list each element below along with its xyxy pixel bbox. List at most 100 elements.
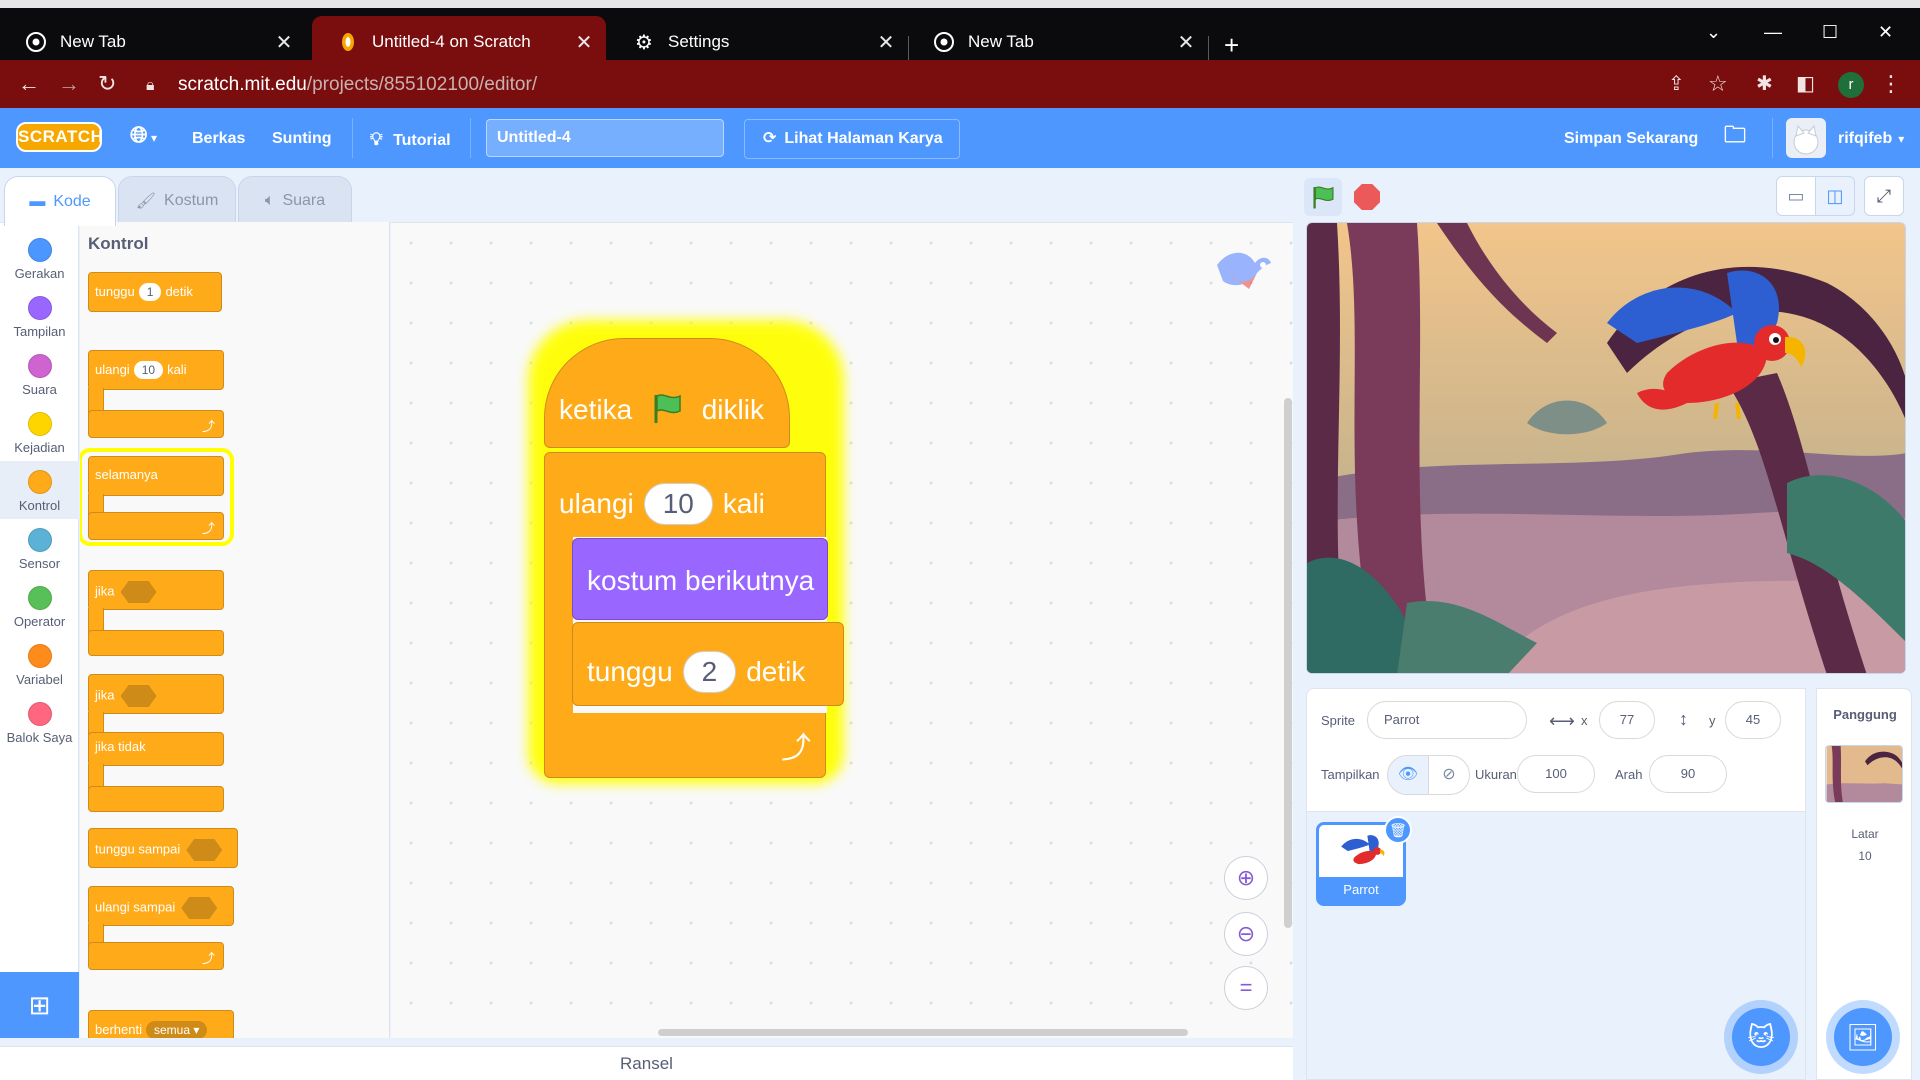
script-horizontal-scrollbar[interactable] — [658, 1029, 1188, 1036]
reload-icon[interactable]: ↻ — [98, 72, 116, 96]
size-input[interactable]: 100 — [1517, 755, 1595, 793]
account-menu[interactable]: rifqifeb ▾ — [1838, 128, 1904, 150]
block-forever[interactable]: selamanya — [88, 456, 224, 496]
tutorial-label: Tutorial — [393, 132, 451, 149]
backpack-bar[interactable]: Ransel — [0, 1046, 1293, 1080]
minimize-icon[interactable]: — — [1764, 22, 1782, 43]
fullscreen-button[interactable]: ⤢ — [1864, 176, 1904, 216]
category-control[interactable]: Kontrol — [0, 461, 79, 519]
x-position-input[interactable]: 77 — [1599, 701, 1655, 739]
save-now-button[interactable]: Simpan Sekarang — [1564, 128, 1698, 150]
block-label: jika — [95, 687, 115, 703]
block-if-else[interactable]: jika — [88, 674, 224, 714]
block-repeat[interactable]: ulangi 10 kali — [88, 350, 224, 390]
category-my-blocks[interactable]: Balok Saya — [0, 693, 79, 751]
block-when-flag-clicked[interactable]: ketika diklik — [544, 338, 790, 448]
bookmark-star-icon[interactable]: ☆ — [1708, 72, 1728, 96]
see-project-page-button[interactable]: ⟳ Lihat Halaman Karya — [744, 119, 960, 159]
small-stage-button[interactable]: ▭ — [1776, 176, 1816, 216]
category-events[interactable]: Kejadian — [0, 403, 79, 461]
profile-avatar[interactable]: r — [1838, 72, 1864, 98]
stop-dropdown[interactable]: semua ▾ — [145, 1021, 208, 1038]
maximize-icon[interactable]: ☐ — [1822, 22, 1838, 43]
category-operators[interactable]: Operator — [0, 577, 79, 635]
delete-sprite-button[interactable]: 🗑︎ — [1384, 816, 1412, 844]
category-looks[interactable]: Tampilan — [0, 287, 79, 345]
tab-search-chevron-icon[interactable]: ⌄ — [1706, 22, 1721, 43]
y-position-input[interactable]: 45 — [1725, 701, 1781, 739]
repeat-count-input[interactable]: 10 — [643, 483, 713, 525]
side-panel-icon[interactable]: ◧ — [1796, 72, 1815, 96]
boolean-slot[interactable] — [120, 581, 157, 603]
screen: New Tab ✕ Untitled-4 on Scratch ✕ ⚙ Sett… — [0, 0, 1920, 1080]
block-palette: Kontrol tunggu 1 detik ulangi 10 kali ⤴ sela… — [80, 222, 390, 1038]
add-backdrop-button[interactable]: 🖼︎ — [1834, 1008, 1892, 1066]
menu-edit[interactable]: Sunting — [272, 128, 332, 150]
block-input[interactable]: 10 — [133, 361, 164, 379]
hide-sprite-button[interactable]: ⊘ — [1428, 755, 1470, 795]
zoom-reset-icon: = — [1239, 975, 1253, 1000]
script-vertical-scrollbar[interactable] — [1284, 398, 1292, 928]
menu-file[interactable]: Berkas — [192, 128, 245, 150]
boolean-slot[interactable] — [186, 839, 223, 861]
sprite-name-input[interactable]: Parrot — [1367, 701, 1527, 739]
scratch-logo[interactable]: SCRATCH — [16, 122, 103, 152]
tab-title: New Tab — [60, 32, 126, 51]
tab-code[interactable]: ▬ Kode — [4, 176, 116, 226]
boolean-slot[interactable] — [120, 685, 157, 707]
close-tab-icon[interactable]: ✕ — [574, 30, 594, 55]
extensions-puzzle-icon[interactable]: ✱ — [1756, 72, 1773, 96]
block-if[interactable]: jika — [88, 570, 224, 610]
stop-button[interactable] — [1354, 184, 1380, 210]
block-repeat-until[interactable]: ulangi sampai — [88, 886, 234, 926]
forward-arrow-icon[interactable]: → — [58, 72, 80, 96]
add-extension-button[interactable]: ⊞ — [0, 972, 79, 1038]
zoom-out-button[interactable]: ⊖ — [1224, 912, 1268, 956]
size-label: Ukuran — [1475, 767, 1517, 782]
show-sprite-button[interactable]: 👁︎ — [1387, 755, 1429, 795]
block-next-costume[interactable]: kostum berikutnya — [572, 538, 828, 620]
direction-input[interactable]: 90 — [1649, 755, 1727, 793]
close-window-icon[interactable]: ✕ — [1878, 22, 1893, 43]
green-flag-icon — [650, 391, 684, 432]
loop-arrow-icon: ⤴ — [201, 419, 215, 434]
category-variables[interactable]: Variabel — [0, 635, 79, 693]
back-arrow-icon[interactable]: ← — [18, 72, 40, 96]
kebab-menu-icon[interactable]: ⋮ — [1880, 72, 1902, 96]
share-icon[interactable]: ⇪ — [1668, 72, 1685, 96]
speaker-icon: 🔈︎ — [264, 191, 275, 209]
address-bar[interactable]: scratch.mit.edu/projects/855102100/edito… — [178, 72, 537, 98]
add-sprite-button[interactable]: 🐱︎ — [1732, 1008, 1790, 1066]
user-avatar[interactable] — [1786, 118, 1826, 158]
zoom-in-button[interactable]: ⊕ — [1224, 856, 1268, 900]
block-wait-seconds[interactable]: tunggu 1 detik — [88, 272, 222, 312]
tab-sounds[interactable]: 🔈︎ Suara — [238, 176, 352, 224]
menu-tutorial[interactable]: 💡︎ Tutorial — [370, 128, 451, 150]
category-motion[interactable]: Gerakan — [0, 229, 79, 287]
close-tab-icon[interactable]: ✕ — [274, 30, 294, 55]
lock-icon[interactable]: 🔒︎ — [146, 74, 155, 98]
backdrop-thumbnail — [1825, 745, 1903, 803]
block-wait-script[interactable]: tunggu 2 detik — [572, 622, 844, 706]
language-globe-icon[interactable]: 🌐︎ ▾ — [130, 124, 157, 146]
block-wait-until[interactable]: tunggu sampai — [88, 828, 238, 868]
tab-costumes[interactable]: 🖌︎ Kostum — [118, 176, 236, 224]
new-tab-plus-icon[interactable]: + — [1224, 32, 1239, 58]
my-stuff-folder-icon[interactable]: 🗀︎ — [1724, 124, 1746, 146]
normal-stage-button[interactable]: ◫ — [1815, 176, 1855, 216]
green-flag-button[interactable] — [1304, 178, 1342, 216]
project-title-input[interactable]: Untitled-4 — [486, 119, 724, 157]
show-label: Tampilkan — [1321, 767, 1380, 782]
boolean-slot[interactable] — [181, 897, 218, 919]
wait-seconds-input[interactable]: 2 — [682, 651, 737, 693]
close-tab-icon[interactable]: ✕ — [1176, 30, 1196, 55]
loop-arrow-icon: ⤴ — [201, 951, 215, 966]
category-sensing[interactable]: Sensor — [0, 519, 79, 577]
zoom-reset-button[interactable]: = — [1224, 966, 1268, 1010]
block-input[interactable]: 1 — [138, 283, 162, 301]
block-label: berhenti — [95, 1022, 142, 1037]
category-sound[interactable]: Suara — [0, 345, 79, 403]
close-tab-icon[interactable]: ✕ — [876, 30, 896, 55]
block-stop[interactable]: berhenti semua ▾ — [88, 1010, 234, 1038]
stage-canvas[interactable] — [1306, 222, 1906, 674]
